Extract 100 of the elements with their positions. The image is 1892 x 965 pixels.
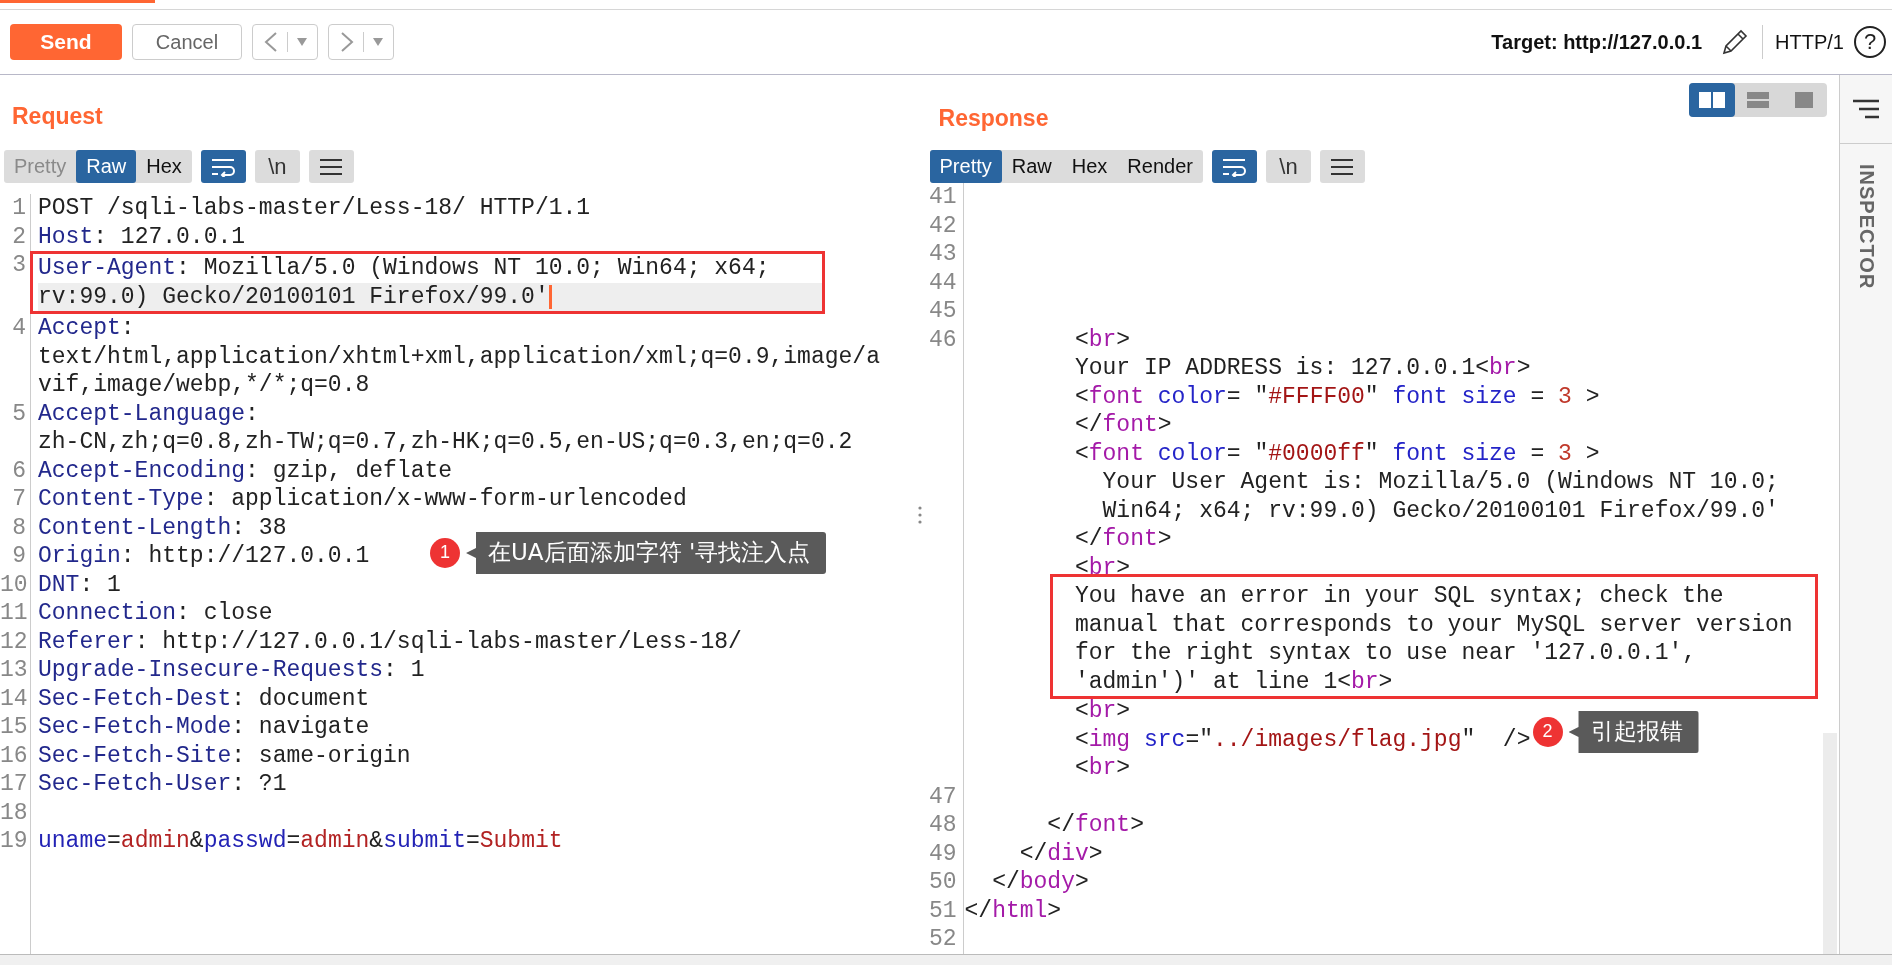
code-line: rv:99.0) Gecko/20100101 Firefox/99.0' — [38, 282, 549, 311]
code-line: </div> — [1019, 839, 1103, 868]
scrollbar[interactable] — [1823, 733, 1838, 954]
newline-button[interactable]: \n — [254, 150, 300, 183]
code-line: DNT: 1 — [38, 570, 121, 599]
line-number: 7 — [12, 486, 26, 512]
line-number: 13 — [0, 657, 28, 683]
line-number: 51 — [928, 897, 957, 924]
line-number: 45 — [928, 298, 957, 324]
caret-down-icon — [372, 38, 383, 46]
code-line: text/html,application/xhtml+xml,application/xml;q=0.9,image/a — [38, 342, 880, 371]
code-line: Sec-Fetch-User: ?1 — [38, 770, 287, 799]
line-number: 18 — [0, 799, 28, 826]
line-number: 3 — [12, 252, 26, 278]
code-line: Origin: http://127.0.0.1 — [38, 542, 370, 571]
help-button[interactable]: ? — [1854, 26, 1886, 58]
target-label: Target: http://127.0.0.1 — [1491, 30, 1703, 54]
menu-button[interactable] — [1319, 150, 1365, 183]
line-number: 15 — [0, 714, 28, 740]
code-line: Your IP ADDRESS is: 127.0.0.1<br> — [1074, 354, 1531, 383]
pane-title: Response — [938, 105, 1049, 132]
line-number: 48 — [928, 812, 957, 838]
line-number: 41 — [928, 184, 957, 210]
line-number: 50 — [928, 869, 957, 895]
text-cursor — [548, 284, 552, 309]
protocol-label[interactable]: HTTP/1 — [1775, 30, 1844, 54]
code-line: <br> — [1074, 697, 1131, 726]
code-line: <font color= "#0000ff" font size = 3 > — [1074, 439, 1600, 468]
view-tab[interactable]: Hex — [136, 150, 192, 183]
code-line: POST /sqli-labs-master/Less-18/ HTTP/1.1 — [38, 194, 591, 223]
code-line: <br> — [1074, 325, 1131, 354]
drag-handle-icon[interactable] — [917, 505, 922, 524]
wrap-icon — [1221, 156, 1248, 177]
view-tab[interactable]: Raw — [76, 150, 137, 183]
lines-icon[interactable] — [1853, 99, 1879, 119]
wrap-button[interactable] — [1211, 150, 1257, 183]
columns-icon — [1699, 92, 1726, 108]
code-line: for the right syntax to use near '127.0.0.1', — [1074, 639, 1697, 668]
line-number: 52 — [928, 926, 957, 952]
layout-button[interactable] — [1689, 83, 1736, 117]
forward-button[interactable] — [328, 24, 394, 60]
line-number: 5 — [12, 400, 26, 427]
rows-icon — [1747, 92, 1770, 108]
line-number: 44 — [928, 269, 957, 296]
line-number: 46 — [928, 326, 957, 353]
line-number: 49 — [928, 840, 957, 867]
menu-button[interactable] — [308, 150, 354, 183]
callout-number: 2 — [1532, 716, 1563, 747]
pane-title: Request — [12, 103, 103, 130]
cancel-button[interactable]: Cancel — [132, 24, 242, 60]
code-line: </font> — [1074, 411, 1172, 440]
menu-icon — [1331, 157, 1354, 176]
code-line: vif,image/webp,*/*;q=0.8 — [38, 371, 370, 400]
line-number: 16 — [0, 742, 28, 769]
code-line: Sec-Fetch-Site: same-origin — [38, 741, 411, 770]
line-number: 43 — [928, 241, 957, 267]
newline-button[interactable]: \n — [1265, 150, 1311, 183]
code-line: <img src="../images/flag.jpg" /> — [1074, 725, 1531, 754]
callout-label: 在UA后面添加字符 '寻找注入点 — [466, 532, 827, 574]
line-number: 11 — [0, 600, 28, 626]
code-line: Content-Type: application/x-www-form-urlencoded — [38, 485, 687, 514]
code-line: zh-CN,zh;q=0.8,zh-TW;q=0.7,zh-HK;q=0.5,en-US;q=0.3,en;q=0.2 — [38, 428, 853, 457]
caret-down-icon — [296, 38, 307, 46]
callout-number: 1 — [430, 537, 460, 568]
view-tab[interactable]: Raw — [1001, 150, 1062, 183]
code-line: 'admin')' at line 1<br> — [1074, 667, 1393, 696]
line-number: 10 — [0, 571, 28, 598]
wrap-icon — [210, 156, 237, 177]
wrap-button[interactable] — [200, 150, 246, 183]
code-line: Sec-Fetch-Dest: document — [38, 684, 370, 713]
line-number: 4 — [12, 315, 26, 341]
code-line: uname=admin&passwd=admin&submit=Submit — [38, 827, 563, 856]
code-line: You have an error in your SQL syntax; check the — [1074, 582, 1724, 611]
line-number: 6 — [12, 457, 26, 484]
code-line: Content-Length: 38 — [38, 513, 287, 542]
code-line: <br> — [1074, 754, 1131, 783]
line-number: 2 — [12, 223, 26, 250]
code-line: User-Agent: Mozilla/5.0 (Windows NT 10.0; Win64; x64; — [38, 254, 770, 283]
line-number: 19 — [0, 828, 28, 854]
view-tab[interactable]: Pretty — [929, 150, 1002, 183]
code-line: Accept: — [38, 314, 135, 343]
code-line: </font> — [1047, 811, 1144, 840]
code-line: <font color= "#FFFF00" font size = 3 > — [1074, 382, 1600, 411]
line-number: 14 — [0, 685, 28, 712]
code-line: Sec-Fetch-Mode: navigate — [38, 713, 370, 742]
chevron-right-icon — [339, 30, 356, 54]
code-line: Your User Agent is: Mozilla/5.0 (Windows NT 10.0; — [1102, 468, 1779, 497]
code-line: Upgrade-Insecure-Requests: 1 — [38, 656, 425, 685]
view-tab[interactable]: Render — [1117, 150, 1203, 183]
line-number: 9 — [12, 543, 26, 569]
line-number: 47 — [928, 783, 957, 810]
code-line: Win64; x64; rv:99.0) Gecko/20100101 Firefox/99.0' — [1102, 496, 1779, 525]
callout-label: 引起报错 — [1568, 711, 1699, 753]
back-button[interactable] — [252, 24, 318, 60]
code-line: Accept-Language: — [38, 399, 259, 428]
code-line: Host: 127.0.0.1 — [38, 222, 246, 251]
code-line: Accept-Encoding: gzip, deflate — [38, 456, 453, 485]
inspector-tab[interactable]: INSPECTOR — [1854, 164, 1878, 290]
code-line: </font> — [1074, 525, 1172, 554]
view-tab[interactable]: Hex — [1061, 150, 1118, 183]
